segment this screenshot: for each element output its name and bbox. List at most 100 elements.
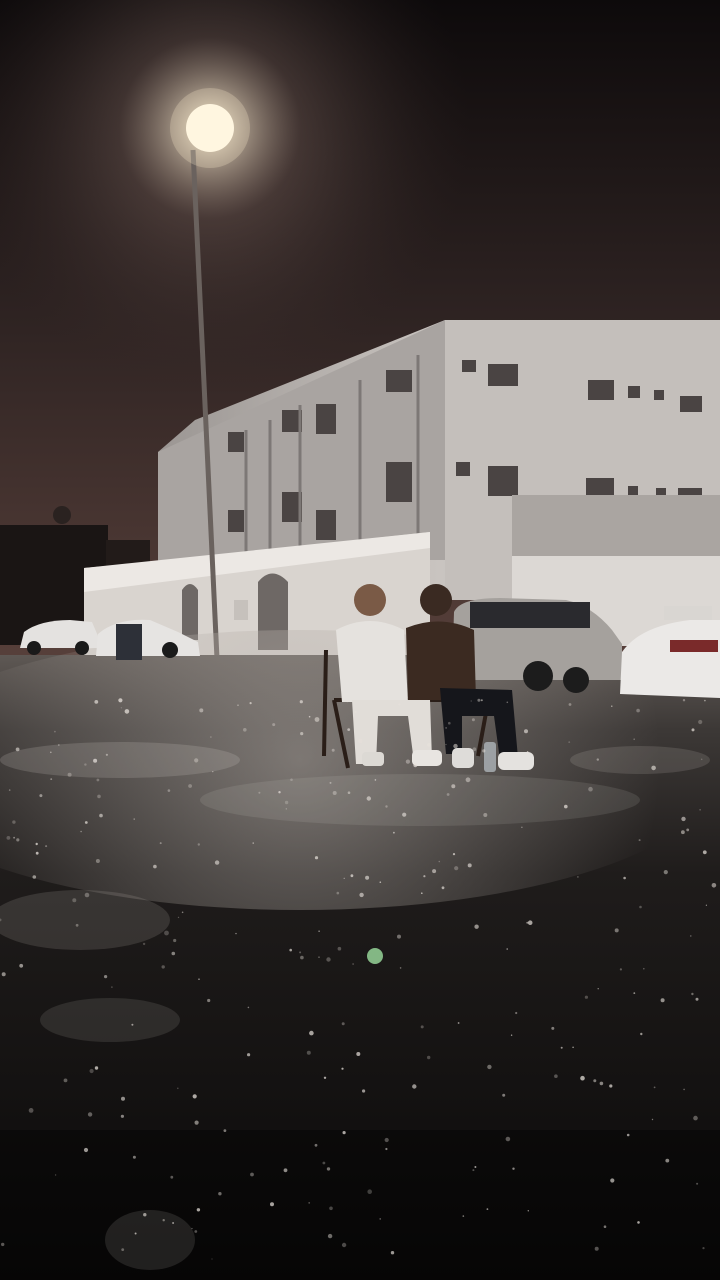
rain-droplet [249,702,252,705]
rain-droplet [470,700,472,702]
rain-droplet [472,747,477,751]
rain-droplet [134,1232,137,1235]
rain-droplet [12,820,16,824]
rain-droplet [97,794,101,799]
rain-droplet [72,898,77,903]
rain-droplet [84,763,87,766]
rain-droplet [170,1175,174,1179]
rain-droplet [609,1084,613,1088]
rain-droplet [637,1221,640,1224]
rain-droplet [331,748,335,752]
rain-droplet [285,808,287,810]
rain-droplet [623,876,626,880]
rain-droplet [194,758,199,763]
rain-droplet [120,707,123,709]
rain-droplet [359,892,364,898]
rain-droplet [397,934,401,939]
rain-droplet [704,699,706,702]
rain-droplet [510,1034,513,1036]
rain-droplet [588,786,593,792]
rain-droplet [89,1068,94,1074]
rain-droplet [198,978,200,980]
rain-droplet [177,1087,179,1090]
rain-droplet [663,870,668,875]
rain-droplet [19,963,24,968]
rain-droplet [423,875,426,878]
rain-droplet [337,946,342,951]
rain-droplet [636,708,640,713]
rain-droplet [640,1032,643,1036]
rain-droplet [247,1053,251,1057]
rain-droplet [711,883,717,888]
rain-droplet [218,1192,222,1196]
rain-droplet [120,1114,124,1118]
rain-droplet [486,1208,489,1210]
rain-droplet [651,1118,654,1121]
rain-droplet [385,805,388,808]
rain-droplet [105,753,108,756]
rain-droplet [121,1096,125,1101]
rain-droplet [162,1219,165,1222]
rain-droplet [243,728,247,732]
rain-droplet [619,968,623,971]
rain-droplet [350,874,354,878]
rain-droplet [457,1022,460,1024]
rain-droplet [526,751,529,753]
rain-droplet [483,813,488,817]
rain-droplet [32,875,37,879]
rain-droplet [54,1174,57,1176]
rain-droplet [87,1112,93,1117]
rain-droplet [698,719,703,725]
rain-droplet [197,843,200,846]
rain-droplet [308,715,311,718]
rain-droplet [153,864,157,869]
rain-droplet [210,736,212,738]
rain-droplet [611,705,613,707]
rain-droplet [84,892,90,898]
rain-droplet [159,842,162,845]
rain-droplet [16,838,20,842]
rain-droplet [309,1030,314,1036]
rain-droplet [467,863,472,868]
rain-droplet [15,747,20,752]
rain-droplet [191,1227,193,1230]
rain-droplet [480,699,483,702]
rain-droplet [385,1147,388,1151]
rain-droplet [682,699,686,702]
rain-droplet [181,911,184,914]
rain-droplet [50,778,53,780]
rain-droplet [686,828,690,832]
rain-droplet [28,1108,34,1113]
rain-droplet [318,956,320,958]
rain-droplet [45,845,48,848]
rain-droplet [405,759,410,764]
rain-droplet [702,850,707,855]
rain-droplet [445,727,447,729]
rain-droplet [584,995,589,999]
rain-droplet [67,772,72,777]
night-rain-street-photo [0,0,720,1280]
rain-droplet [247,1006,250,1009]
rain-droplet [453,743,458,749]
rain-droplet [343,877,345,879]
lens-flare [367,948,383,964]
rain-droplet [133,818,135,820]
rain-droplet [13,836,16,839]
rain-droplet [314,717,320,722]
rain-droplet [390,1251,395,1255]
rain-droplet [432,869,437,874]
rain-droplet [342,1131,346,1135]
rain-droplet [270,1202,274,1207]
rain-droplet [194,1120,199,1125]
rain-droplet [326,1167,331,1171]
rain-droplet [341,1067,344,1070]
rain-droplet [323,1076,327,1080]
rain-droplet [462,1215,465,1217]
rain-droplet [299,951,302,954]
rain-droplet [284,800,289,805]
rain-droplet [290,778,293,781]
rain-droplet [705,904,708,906]
rain-droplet [393,831,395,834]
rain-droplet [502,1093,506,1097]
rain-droplet [214,860,220,865]
